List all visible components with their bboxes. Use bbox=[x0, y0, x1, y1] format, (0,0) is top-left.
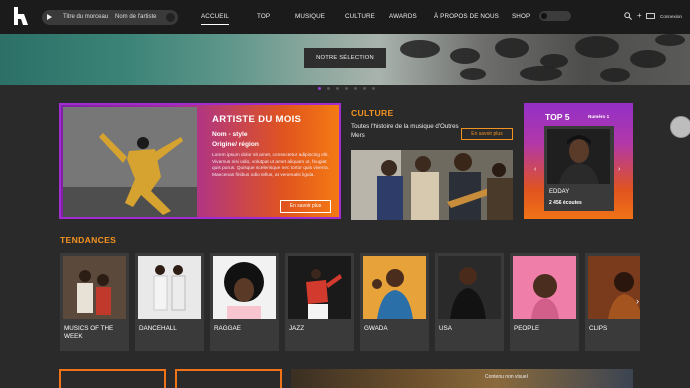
carousel-dot[interactable] bbox=[372, 87, 375, 90]
top5-artist-name: EDDAY bbox=[549, 189, 570, 195]
tendance-card[interactable]: USA bbox=[435, 253, 504, 351]
tendance-card[interactable]: GWADA bbox=[360, 253, 429, 351]
tendance-card[interactable]: PEOPLE bbox=[510, 253, 579, 351]
tendance-label: PEOPLE bbox=[514, 325, 540, 332]
teaser-card[interactable] bbox=[59, 369, 166, 388]
tendance-card[interactable]: MUSICS OF THE WEEK bbox=[60, 253, 129, 351]
culture-subtitle: Toutes l'histoire de la musique d'Outres… bbox=[351, 123, 459, 139]
carousel-dots bbox=[318, 87, 375, 90]
carousel-dot[interactable] bbox=[318, 87, 321, 90]
carousel-dot[interactable] bbox=[354, 87, 357, 90]
player-track-title: Titre du morceau bbox=[63, 14, 109, 20]
nav-item-accueil[interactable]: ACCUEIL bbox=[201, 13, 229, 25]
tendance-label: DANCEHALL bbox=[139, 325, 177, 332]
artist-name-style: Nom - style bbox=[212, 131, 248, 138]
tendance-image bbox=[138, 256, 201, 319]
top5-card: TOP 5 Numéro 1 ‹ EDDAY 2 456 écoutes › bbox=[524, 103, 633, 219]
carousel-dot[interactable] bbox=[336, 87, 339, 90]
artist-of-month-title: ARTISTE DU MOIS bbox=[212, 114, 302, 125]
artist-subtitle: Nom - style Origine/ région bbox=[212, 130, 259, 149]
tendance-image bbox=[63, 256, 126, 319]
player-progress-knob[interactable] bbox=[166, 13, 175, 22]
tendance-card[interactable]: RAGGAE bbox=[210, 253, 279, 351]
login-link[interactable]: Connexion bbox=[660, 14, 682, 19]
tendance-card[interactable]: DANCEHALL bbox=[135, 253, 204, 351]
tendances-title: TENDANCES bbox=[60, 235, 117, 245]
nav-item-culture[interactable]: CULTURE bbox=[345, 13, 375, 20]
artist-description: Lorem ipsum dolor sit amet, consectetur … bbox=[212, 153, 330, 179]
tendance-label: CLIPS bbox=[589, 325, 608, 332]
tendance-label: JAZZ bbox=[289, 325, 305, 332]
tendance-image bbox=[438, 256, 501, 319]
top5-plays: 2 456 écoutes bbox=[549, 200, 582, 206]
carousel-dot[interactable] bbox=[327, 87, 330, 90]
tendance-card[interactable]: JAZZ bbox=[285, 253, 354, 351]
tendance-image bbox=[513, 256, 576, 319]
tendance-image bbox=[363, 256, 426, 319]
theme-toggle[interactable] bbox=[539, 11, 571, 21]
site-logo[interactable] bbox=[14, 7, 28, 25]
nav-item-awards[interactable]: AWARDS bbox=[389, 13, 417, 20]
tendance-card[interactable]: CLIPS bbox=[585, 253, 640, 351]
carousel-dot[interactable] bbox=[345, 87, 348, 90]
culture-more-button[interactable]: En savoir plus bbox=[461, 128, 513, 140]
tendance-label: USA bbox=[439, 325, 452, 332]
tendance-label: GWADA bbox=[364, 325, 388, 332]
nav-item-musique[interactable]: MUSIQUE bbox=[295, 13, 325, 20]
carousel-next-icon[interactable]: › bbox=[636, 296, 639, 306]
artist-of-month-card: ARTISTE DU MOIS Nom - style Origine/ rég… bbox=[59, 103, 341, 219]
play-icon[interactable] bbox=[47, 14, 52, 20]
culture-photo bbox=[351, 150, 513, 220]
tendance-image bbox=[213, 256, 276, 319]
chevron-left-icon[interactable]: ‹ bbox=[534, 166, 536, 173]
top5-title: TOP 5 bbox=[545, 112, 570, 122]
chevron-right-icon[interactable]: › bbox=[618, 166, 620, 173]
artist-more-button[interactable]: En savoir plus bbox=[280, 200, 331, 213]
tendance-image bbox=[588, 256, 640, 319]
search-icon[interactable] bbox=[624, 12, 632, 20]
mail-icon[interactable] bbox=[646, 13, 655, 19]
hero-selection-button[interactable]: NOTRE SÉLECTION bbox=[304, 48, 386, 68]
player-artist-name: Nom de l'artiste bbox=[115, 14, 157, 20]
nav-item-top[interactable]: TOP bbox=[257, 13, 270, 20]
teaser-card[interactable] bbox=[175, 369, 282, 388]
tendance-label: RAGGAE bbox=[214, 325, 241, 332]
nav-item-a-propos[interactable]: À PROPOS DE NOUS bbox=[434, 13, 499, 20]
teaser-text: Contenu non visuel bbox=[485, 374, 528, 380]
tendances-carousel: MUSICS OF THE WEEK DANCEHALL RAGGAE JAZZ… bbox=[60, 253, 640, 351]
top5-rank: Numéro 1 bbox=[588, 114, 610, 119]
carousel-dot[interactable] bbox=[363, 87, 366, 90]
top5-artist-card[interactable]: EDDAY 2 456 écoutes bbox=[544, 126, 614, 211]
culture-title: CULTURE bbox=[351, 108, 394, 118]
teaser-banner[interactable]: Contenu non visuel bbox=[291, 369, 633, 388]
top-navigation: Titre du morceau Nom de l'artiste ACCUEI… bbox=[0, 0, 690, 34]
tendance-label: MUSICS OF THE WEEK bbox=[64, 325, 114, 341]
top5-artist-photo bbox=[547, 129, 610, 184]
artist-origin: Origine/ région bbox=[212, 140, 259, 148]
tendance-image bbox=[288, 256, 351, 319]
plus-icon[interactable]: + bbox=[637, 11, 642, 20]
mini-player[interactable]: Titre du morceau Nom de l'artiste bbox=[42, 10, 178, 25]
scroll-handle[interactable] bbox=[670, 116, 690, 138]
nav-item-shop[interactable]: SHOP bbox=[512, 13, 530, 20]
artist-photo bbox=[63, 107, 197, 217]
